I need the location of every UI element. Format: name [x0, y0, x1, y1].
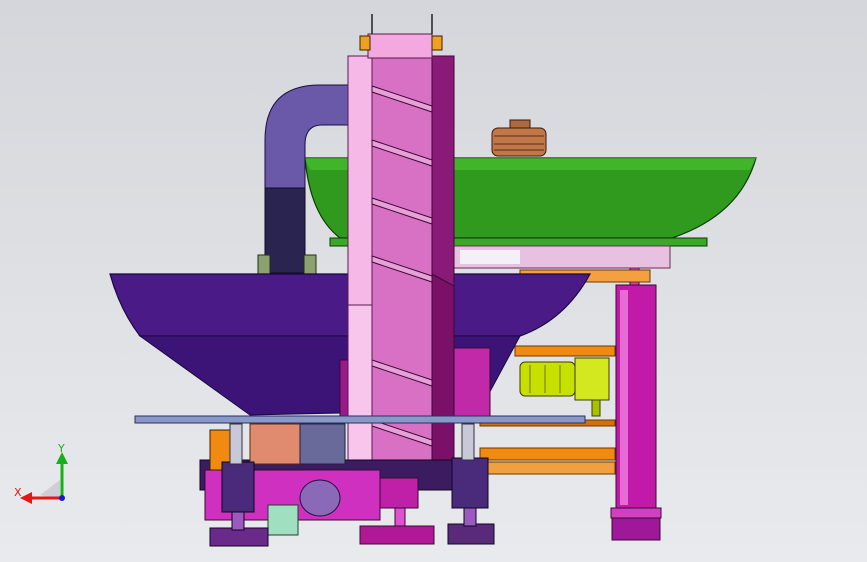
top-drive-unit[interactable] [491, 119, 547, 157]
yellow-motor[interactable] [519, 357, 610, 417]
cad-viewport[interactable]: Y X [0, 0, 867, 562]
foot-center-right [447, 457, 495, 545]
axis-x-label: X [14, 486, 22, 499]
right-support-leg[interactable] [610, 244, 662, 541]
assembly-model[interactable]: Y X [0, 0, 867, 562]
steel-plate[interactable] [134, 415, 586, 424]
spiral-elevator-column[interactable] [347, 14, 455, 479]
axis-y-label: Y [57, 442, 65, 455]
orientation-triad: Y X [14, 442, 68, 504]
